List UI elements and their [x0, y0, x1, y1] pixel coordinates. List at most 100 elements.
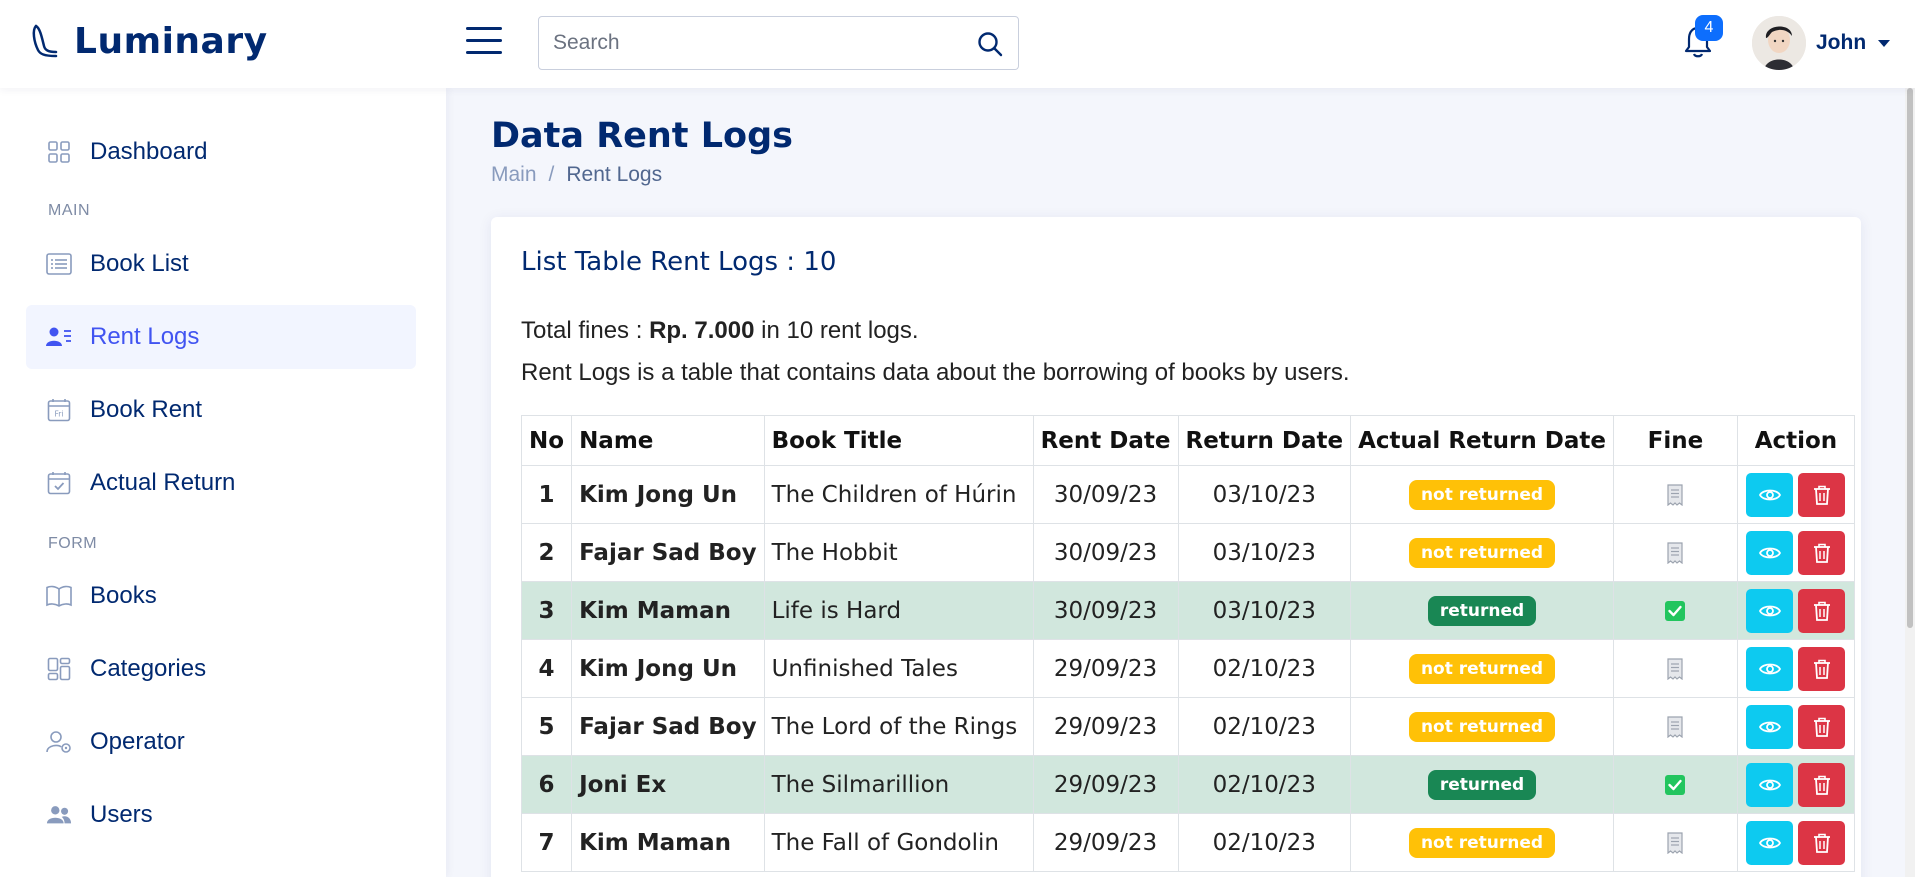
cell-actual-return: returned — [1350, 755, 1614, 814]
view-button[interactable] — [1746, 704, 1794, 749]
view-button[interactable] — [1746, 530, 1794, 575]
sidebar-item-label: Dashboard — [90, 138, 208, 165]
cell-fine — [1612, 697, 1738, 756]
view-button[interactable] — [1746, 472, 1794, 517]
view-button[interactable] — [1746, 588, 1794, 633]
cell-name: Kim Jong Un — [571, 639, 765, 698]
receipt-icon — [1664, 830, 1686, 856]
cell-rent-date: 30/09/23 — [1032, 523, 1179, 582]
col-header-fine: Fine — [1612, 415, 1738, 466]
scrollbar-thumb[interactable] — [1907, 88, 1913, 628]
view-button[interactable] — [1746, 762, 1794, 807]
menu-icon — [466, 27, 502, 30]
status-badge: returned — [1427, 769, 1537, 800]
view-button[interactable] — [1746, 646, 1794, 691]
breadcrumb: Main / Rent Logs — [491, 163, 662, 187]
sidebar-heading-form: FORM — [48, 535, 98, 552]
app-name: Luminary — [74, 20, 268, 62]
sidebar-item-label: Operator — [90, 728, 185, 755]
status-badge: not returned — [1408, 827, 1556, 858]
receipt-icon — [1664, 656, 1686, 682]
profile-menu[interactable]: John — [1752, 16, 1891, 70]
cell-book-title: The Hobbit — [763, 523, 1034, 582]
grid-icon — [46, 139, 72, 165]
cell-fine — [1612, 523, 1738, 582]
page-title: Data Rent Logs — [491, 116, 793, 156]
delete-button[interactable] — [1798, 530, 1846, 575]
sidebar-item-users[interactable]: Users — [26, 783, 416, 847]
sidebar-item-rent-logs[interactable]: Rent Logs — [26, 305, 416, 369]
delete-button[interactable] — [1798, 646, 1846, 691]
cell-fine — [1612, 581, 1738, 640]
delete-button[interactable] — [1798, 588, 1846, 633]
cell-name: Fajar Sad Boy — [571, 523, 765, 582]
rent-logs-card: List Table Rent Logs : 10 Total fines : … — [491, 217, 1861, 877]
delete-button[interactable] — [1798, 762, 1846, 807]
cell-action — [1736, 581, 1855, 640]
sidebar-item-categories[interactable]: Categories — [26, 637, 416, 701]
cell-rent-date: 29/09/23 — [1032, 755, 1179, 814]
cell-no: 5 — [520, 697, 573, 756]
check-square-icon — [1664, 772, 1686, 798]
delete-button[interactable] — [1798, 820, 1846, 865]
page-scrollbar[interactable] — [1905, 88, 1915, 877]
cell-action — [1736, 755, 1855, 814]
logo-icon — [32, 24, 58, 58]
cell-name: Kim Maman — [571, 581, 765, 640]
sidebar-heading-main: MAIN — [48, 202, 90, 219]
search-icon[interactable] — [976, 30, 1004, 58]
sidebar-item-book-list[interactable]: Book List — [26, 232, 416, 296]
cell-return-date: 02/10/23 — [1177, 813, 1352, 872]
cell-action — [1736, 465, 1855, 524]
status-badge: not returned — [1408, 479, 1556, 510]
chevron-down-icon — [1878, 39, 1891, 47]
search-input[interactable] — [539, 17, 939, 69]
view-button[interactable] — [1746, 820, 1794, 865]
cell-rent-date: 30/09/23 — [1032, 465, 1179, 524]
cell-return-date: 03/10/23 — [1177, 581, 1352, 640]
delete-button[interactable] — [1798, 704, 1846, 749]
sidebar-item-actual-return[interactable]: Actual Return — [26, 451, 416, 515]
sidebar-item-label: Actual Return — [90, 469, 236, 496]
sidebar-item-dashboard[interactable]: Dashboard — [26, 120, 416, 184]
book-icon — [46, 583, 72, 609]
total-fines-prefix: Total fines : — [521, 317, 650, 344]
sidebar-item-operator[interactable]: Operator — [26, 710, 416, 774]
cell-rent-date: 30/09/23 — [1032, 581, 1179, 640]
calendar-check-icon — [46, 470, 72, 496]
sidebar: Dashboard MAIN Book List Rent Logs Fri B… — [0, 88, 446, 877]
status-badge: not returned — [1408, 711, 1556, 742]
cell-fine — [1612, 639, 1738, 698]
cell-book-title: The Lord of the Rings — [763, 697, 1034, 756]
cell-rent-date: 29/09/23 — [1032, 639, 1179, 698]
breadcrumb-current: Rent Logs — [566, 163, 663, 186]
delete-button[interactable] — [1798, 472, 1846, 517]
cell-no: 3 — [520, 581, 573, 640]
receipt-icon — [1664, 540, 1686, 566]
cell-actual-return: returned — [1350, 581, 1614, 640]
cell-return-date: 02/10/23 — [1177, 639, 1352, 698]
cell-name: Kim Jong Un — [571, 465, 765, 524]
cell-book-title: Unfinished Tales — [763, 639, 1034, 698]
cell-action — [1736, 813, 1855, 872]
sidebar-item-books[interactable]: Books — [26, 564, 416, 628]
check-square-icon — [1664, 598, 1686, 624]
notification-badge: 4 — [1695, 15, 1723, 41]
cell-return-date: 02/10/23 — [1177, 697, 1352, 756]
cell-rent-date: 29/09/23 — [1032, 813, 1179, 872]
card-title: List Table Rent Logs : 10 — [521, 247, 837, 277]
total-fines-suffix: in 10 rent logs. — [754, 317, 919, 344]
col-header-book-title: Book Title — [763, 415, 1034, 466]
cell-no: 2 — [520, 523, 573, 582]
table-row: 5 Fajar Sad Boy The Lord of the Rings 29/09… — [520, 697, 1855, 756]
table-description: Rent Logs is a table that contains data … — [521, 359, 1350, 386]
breadcrumb-main[interactable]: Main — [491, 163, 537, 187]
cell-book-title: Life is Hard — [763, 581, 1034, 640]
sidebar-toggle-button[interactable] — [466, 27, 502, 59]
layout-icon — [46, 656, 72, 682]
sidebar-item-label: Books — [90, 582, 157, 609]
cell-return-date: 03/10/23 — [1177, 523, 1352, 582]
sidebar-item-book-rent[interactable]: Fri Book Rent — [26, 378, 416, 442]
search-bar — [538, 16, 1019, 70]
logo[interactable]: Luminary — [30, 20, 268, 62]
